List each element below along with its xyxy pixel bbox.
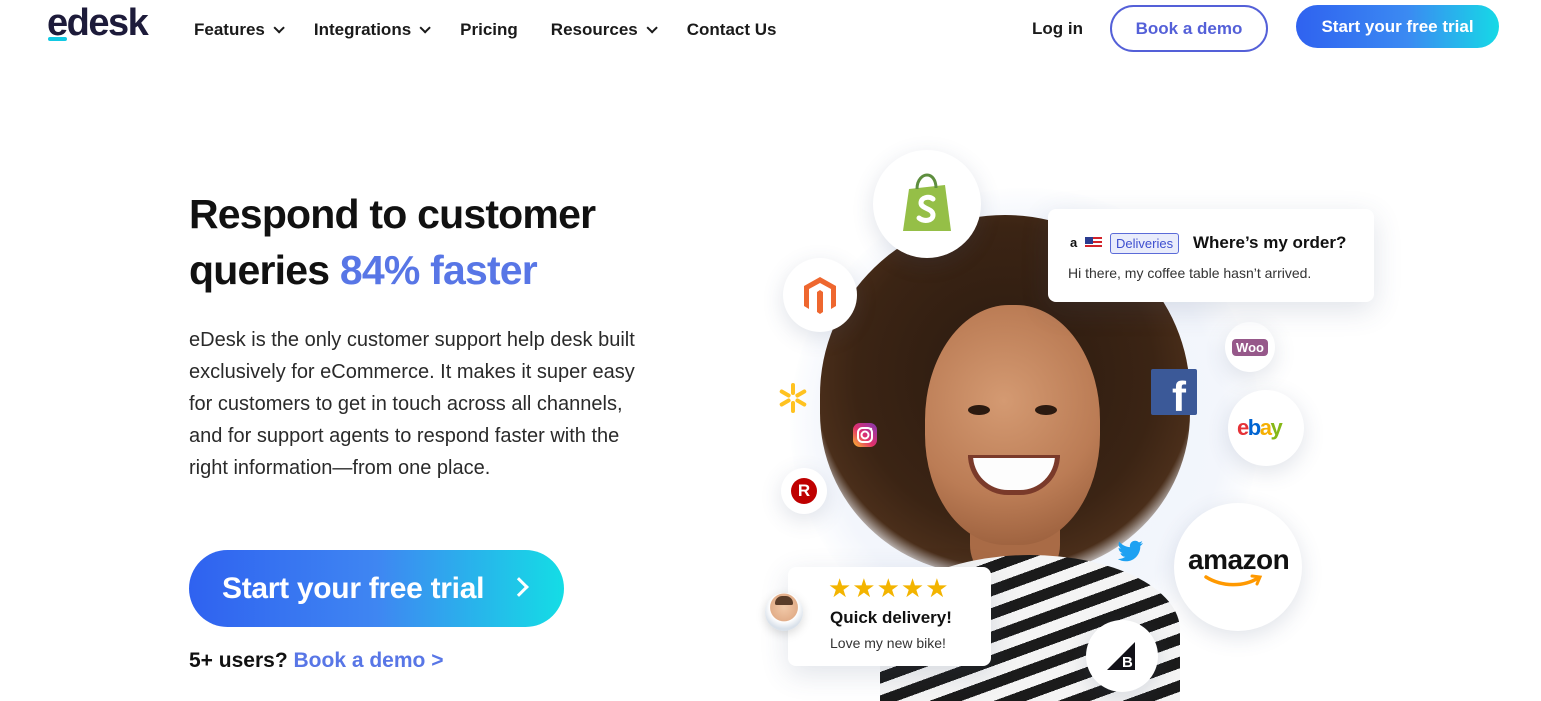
nav-item-pricing[interactable]: Pricing [460,18,518,42]
hero-description: eDesk is the only customer support help … [189,329,635,479]
nav-item-contact-us[interactable]: Contact Us [687,18,777,42]
hero-title-line1: Respond to customer [189,191,596,237]
twitter-icon [1118,540,1143,562]
start-trial-cta-button[interactable]: Start your free trial [189,550,564,627]
review-text: Love my new bike! [830,635,946,651]
amazon-smile-arrow [1204,574,1263,587]
nav-label: Contact Us [686,20,777,39]
nav-label: Resources [550,20,638,39]
order-query-card: a Deliveries Where’s my order? Hi there,… [1048,209,1374,302]
reviewer-avatar [765,593,803,631]
users-prefix: 5+ users? [189,649,288,672]
magento-logo [783,258,857,332]
rakuten-icon: R [791,478,817,504]
nav-item-resources[interactable]: Resources [550,18,658,42]
svg-text:ebay: ebay [1237,416,1283,440]
rakuten-logo: R [781,468,827,514]
chevron-down-icon [646,22,658,34]
nav-item-integrations[interactable]: Integrations [313,18,431,42]
right-eye [1035,405,1057,415]
hero-title: Respond to customer queries 84% faster [189,186,659,298]
book-demo-link[interactable]: Book a demo > [294,649,444,672]
bigcommerce-logo: B [1086,620,1158,692]
face-shape [925,305,1100,545]
amazon-source-icon: a [1070,235,1078,250]
nav-label: Integrations [313,20,412,39]
walmart-logo [776,381,810,415]
users-demo-line: 5+ users? Book a demo > [189,649,443,673]
twitter-logo [1117,539,1145,563]
instagram-logo [851,421,879,449]
shopify-logo [873,150,981,258]
us-flag-icon [1085,237,1102,249]
nav-label: Features [194,20,265,39]
login-link[interactable]: Log in [1032,19,1083,39]
review-title: Quick delivery! [830,608,952,627]
facebook-logo: f [1151,369,1197,415]
logo-accent-bar [48,37,67,41]
magento-icon [804,277,836,314]
left-eye [968,405,990,415]
bigcommerce-icon: B [1107,642,1135,670]
book-demo-button[interactable]: Book a demo [1110,5,1268,52]
ebay-logo: ebay [1228,390,1304,466]
deliveries-tag: Deliveries [1110,233,1180,254]
hero-title-accent: 84% faster [339,247,538,293]
shopify-icon [903,173,951,231]
amazon-logo: amazon [1174,503,1302,631]
chevron-down-icon [419,22,431,34]
woocommerce-logo: Woo [1225,322,1275,372]
chevron-down-icon [273,22,285,34]
cta-label: Start your free trial [222,571,485,605]
amazon-wordmark: amazon [1188,544,1290,575]
ebay-icon: ebay [1237,416,1285,440]
review-card: ★★★★★ Quick delivery! Love my new bike! [788,567,991,666]
facebook-icon: f [1172,373,1186,415]
amazon-icon: amazon [1188,544,1290,590]
nav-item-features[interactable]: Features [194,18,285,42]
bigcommerce-letter: B [1122,654,1133,670]
nav-label: Pricing [460,20,518,39]
woocommerce-icon: Woo [1232,338,1268,356]
instagram-icon [853,423,877,447]
walmart-icon [779,383,807,413]
order-message: Hi there, my coffee table hasn’t arrived… [1068,265,1312,281]
chevron-right-icon [509,577,529,597]
five-star-rating: ★★★★★ [828,573,950,603]
page: edesk Features Integrations Pricing Reso… [0,0,1541,701]
start-trial-header-button[interactable]: Start your free trial [1296,5,1499,48]
hero-title-line2: queries [189,247,340,293]
order-question: Where’s my order? [1193,233,1347,252]
main-nav: Features Integrations Pricing Resources … [194,18,809,42]
